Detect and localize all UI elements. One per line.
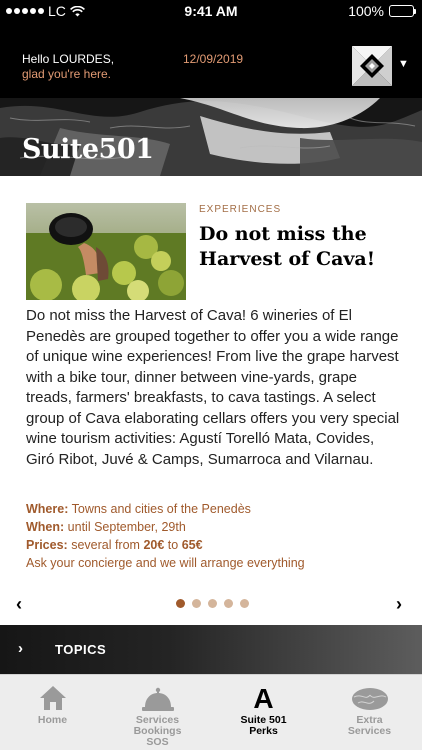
greeting-line2: glad you're here. xyxy=(22,67,112,81)
tab-perks[interactable]: A Suite 501 Perks xyxy=(211,675,316,750)
price-from: 20€ xyxy=(143,538,165,552)
when-value: until September, 29th xyxy=(67,520,186,534)
pager-dot[interactable] xyxy=(240,599,249,608)
greeting: Hello LOURDES, glad you're here. xyxy=(22,52,114,82)
status-right: 100% xyxy=(348,3,416,19)
where-value: Towns and cities of the Penedès xyxy=(71,502,251,516)
caret-down-icon[interactable]: ▼ xyxy=(398,58,409,70)
pager-dots xyxy=(176,599,249,608)
tab-bar: Home Services Bookings SOS A Suite 501 P… xyxy=(0,674,422,750)
next-arrow-icon[interactable]: › xyxy=(396,594,410,614)
header-date: 12/09/2019 xyxy=(183,52,244,66)
pager-dot[interactable] xyxy=(224,599,233,608)
service-bell-icon xyxy=(141,687,174,711)
diamond-logo-icon[interactable] xyxy=(352,46,392,86)
prices-mid: to xyxy=(167,538,179,552)
when-row: When: until September, 29th xyxy=(26,518,402,536)
greeting-line1: Hello LOURDES, xyxy=(22,52,115,66)
tab-perks-label: Suite 501 Perks xyxy=(240,714,287,737)
home-icon xyxy=(39,686,66,710)
tab-extra-label: Extra Services xyxy=(347,714,392,737)
chevron-right-icon: › xyxy=(18,640,23,657)
article-details: Where: Towns and cities of the Penedès W… xyxy=(26,500,402,572)
where-label: Where: xyxy=(26,502,69,516)
pager-dot[interactable] xyxy=(176,599,185,608)
topics-label: TOPICS xyxy=(55,642,107,657)
pager-dot[interactable] xyxy=(208,599,217,608)
where-row: Where: Towns and cities of the Penedès xyxy=(26,500,402,518)
article-title: Do not miss the Harvest of Cava! xyxy=(199,223,376,270)
prices-label: Prices: xyxy=(26,538,68,552)
topics-bar[interactable]: › TOPICS xyxy=(0,625,422,674)
previous-arrow-icon[interactable]: ‹ xyxy=(16,594,30,614)
app-header: Hello LOURDES, glad you're here. 12/09/2… xyxy=(0,22,422,98)
harvest-thumbnail[interactable] xyxy=(26,203,186,300)
prices-prefix: several from xyxy=(71,538,140,552)
battery-percent: 100% xyxy=(348,3,384,19)
tab-services[interactable]: Services Bookings SOS xyxy=(105,675,210,750)
concierge-note: Ask your concierge and we will arrange e… xyxy=(26,556,305,570)
article-body: Do not miss the Harvest of Cava! 6 winer… xyxy=(26,307,400,468)
tab-home-label: Home xyxy=(37,714,68,726)
hero-banner: Suite501 xyxy=(0,98,422,176)
tab-extra[interactable]: Extra Services xyxy=(317,675,422,750)
status-bar: LC 9:41 AM 100% xyxy=(0,0,422,22)
letter-a-icon: A xyxy=(253,683,274,714)
tab-home[interactable]: Home xyxy=(0,675,105,750)
battery-icon xyxy=(389,5,416,17)
hero-title: Suite501 xyxy=(22,134,154,165)
prices-row: Prices: several from 20€ to 65€ xyxy=(26,536,402,554)
when-label: When: xyxy=(26,520,65,534)
article-category: EXPERIENCES xyxy=(199,204,282,215)
price-to: 65€ xyxy=(181,538,203,552)
tab-services-label: Services Bookings SOS xyxy=(133,714,182,748)
pager-dot[interactable] xyxy=(192,599,201,608)
plant-icon xyxy=(351,688,388,710)
